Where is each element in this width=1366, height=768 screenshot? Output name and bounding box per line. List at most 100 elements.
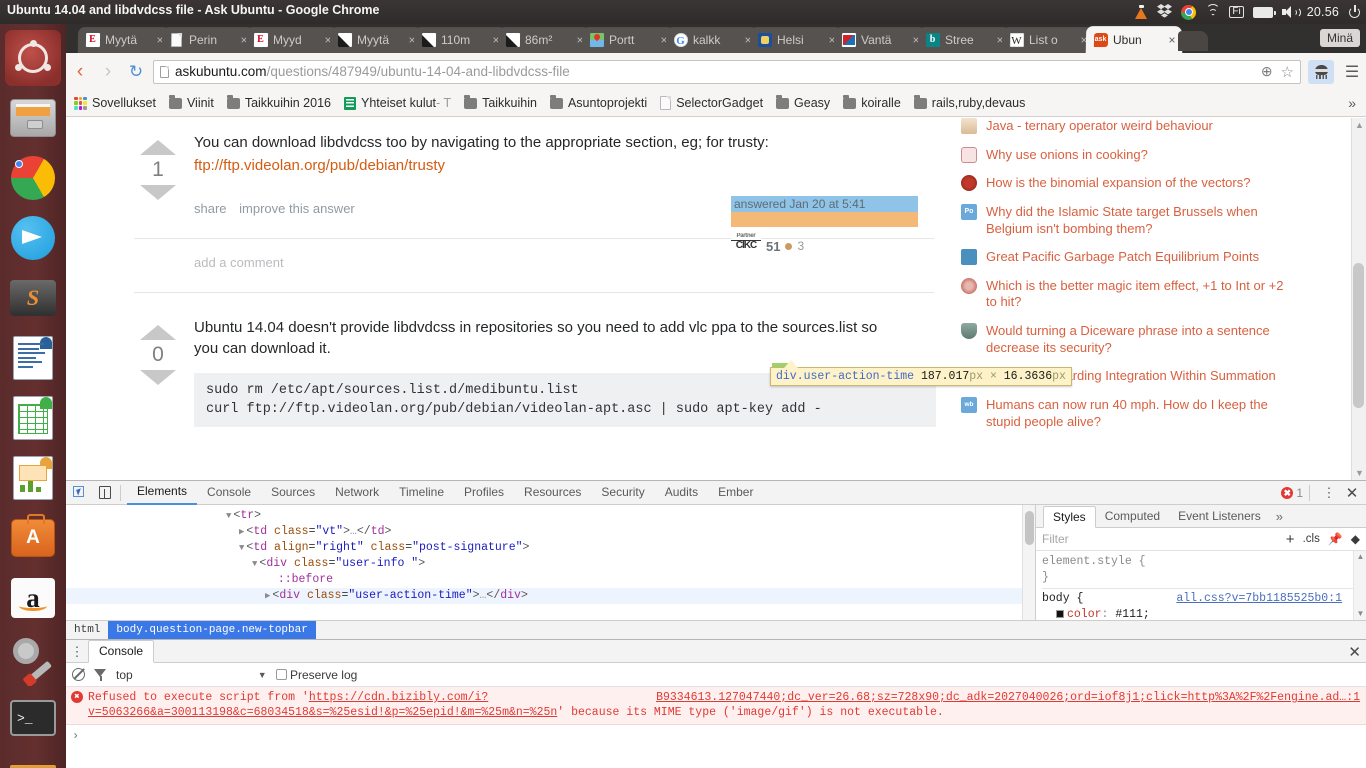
clear-console-icon[interactable] (72, 668, 85, 681)
bookmark-item[interactable]: Asuntoprojekti (549, 95, 647, 110)
browser-tab[interactable]: Myytä × (329, 27, 423, 54)
chrome-icon[interactable] (1181, 4, 1197, 20)
dom-tree-node[interactable]: ::before (66, 572, 1035, 588)
browser-tab[interactable]: Vantä × (833, 27, 927, 54)
browser-tab[interactable]: Perin × (161, 27, 255, 54)
devtools-tab-resources[interactable]: Resources (514, 481, 591, 504)
browser-tab[interactable]: b Stree × (917, 27, 1011, 54)
launcher-item-terminal[interactable]: >_ (5, 690, 61, 746)
launcher-item-chrome[interactable] (5, 150, 61, 206)
upvote-button[interactable] (140, 324, 176, 340)
bookmark-star-icon[interactable]: ☆ (1281, 63, 1294, 81)
hot-question-item[interactable]: Would turning a Diceware phrase into a s… (961, 323, 1291, 356)
devtools-tab-profiles[interactable]: Profiles (454, 481, 514, 504)
error-badge[interactable]: ✖ 1 (1281, 486, 1303, 500)
inspect-element-button[interactable] (66, 481, 92, 505)
styles-tab-event-listeners[interactable]: Event Listeners (1169, 506, 1270, 527)
browser-tab[interactable]: W List o × (1001, 27, 1095, 54)
bookmark-item[interactable]: Sovellukset (74, 96, 156, 110)
hamburger-menu-icon[interactable]: ☰ (1338, 62, 1366, 82)
console-source-ref[interactable]: B9334613.127047440;dc_ver=26.68;sz=728x9… (656, 690, 1360, 705)
launcher-item-dash[interactable] (5, 30, 61, 86)
bookmark-item[interactable]: SelectorGadget (660, 96, 763, 110)
expand-twisty-icon[interactable]: ▼ (252, 559, 257, 569)
hot-question-item[interactable]: Po Why did the Islamic State target Bruss… (961, 203, 1291, 237)
downvote-button[interactable] (140, 185, 176, 200)
bookmark-item[interactable]: Viinit (168, 95, 214, 110)
launcher-item-files[interactable] (5, 90, 61, 146)
bookmark-item[interactable]: Taikkuihin 2016 (226, 95, 331, 110)
browser-tab[interactable]: E Myyd × (245, 27, 339, 54)
dom-scrollbar-thumb[interactable] (1025, 511, 1034, 545)
page-scrollbar-thumb[interactable] (1353, 263, 1364, 408)
expand-twisty-icon[interactable]: ▼ (239, 543, 244, 553)
more-options-icon[interactable]: ⋮ (1320, 486, 1338, 499)
browser-tab[interactable]: Gkalkk × (665, 27, 759, 54)
browser-tab[interactable]: Portt × (581, 27, 675, 54)
reload-button[interactable]: ↻ (122, 62, 150, 82)
close-tab-icon[interactable]: × (1165, 33, 1179, 47)
devtools-tab-audits[interactable]: Audits (655, 481, 708, 504)
execution-context-select[interactable]: top ▼ (116, 668, 267, 682)
devtools-tab-security[interactable]: Security (591, 481, 654, 504)
launcher-item-sublime[interactable]: S (5, 270, 61, 326)
devtools-tab-console[interactable]: Console (197, 481, 261, 504)
upvote-button[interactable] (140, 140, 176, 155)
render-toggle-icon[interactable]: ◆ (1351, 532, 1360, 546)
console-msg-url1[interactable]: https://cdn.bizibly.com/i? (309, 691, 488, 704)
preserve-log-checkbox[interactable] (275, 668, 287, 680)
devtools-tab-ember[interactable]: Ember (708, 481, 763, 504)
selectorgadget-extension-button[interactable] (1308, 59, 1334, 84)
devtools-tab-network[interactable]: Network (325, 481, 389, 504)
close-drawer-icon[interactable]: ✕ (1348, 643, 1361, 661)
hot-question-item[interactable]: Why use onions in cooking? (961, 146, 1291, 164)
style-source-link[interactable]: all.css?v=7bb1185525b0:1 (1176, 591, 1342, 607)
styles-more-tabs-icon[interactable]: » (1276, 509, 1283, 524)
bookmark-item[interactable]: rails,ruby,devaus (913, 95, 1025, 110)
browser-tab[interactable]: E Myytä × (77, 27, 171, 54)
bookmarks-overflow-button[interactable]: » (1348, 95, 1356, 111)
launcher-item-telegram[interactable] (5, 210, 61, 266)
styles-tab-styles[interactable]: Styles (1043, 505, 1096, 528)
style-rule-element[interactable]: element.style { } (1042, 554, 1360, 586)
expand-twisty-icon[interactable] (265, 575, 276, 585)
console-msg-url2[interactable]: v=5063266&a=300113198&c=68034518&s=%25es… (88, 706, 557, 719)
styles-scroll-up-icon[interactable]: ▲ (1354, 551, 1366, 563)
close-devtools-icon[interactable]: ✕ (1342, 484, 1362, 502)
styles-tab-computed[interactable]: Computed (1096, 506, 1169, 527)
clock[interactable]: 20.56 (1307, 5, 1339, 19)
dom-tree-pane[interactable]: ▼ <tr> ▶ <td class="vt">…</td> ▼ <td align="r… (66, 505, 1035, 620)
preserve-log-checkbox-row[interactable]: Preserve log (275, 668, 357, 682)
scroll-up-arrow-icon[interactable]: ▲ (1352, 118, 1366, 132)
launcher-item-writer[interactable] (5, 330, 61, 386)
browser-tab[interactable]: 86m² × (497, 27, 591, 54)
launcher-item-workspace-switcher[interactable] (5, 750, 61, 768)
expand-twisty-icon[interactable]: ▼ (226, 511, 231, 521)
styles-scrollbar[interactable]: ▲ ▼ (1353, 551, 1366, 620)
devtools-tab-elements[interactable]: Elements (127, 480, 198, 505)
bookmark-item[interactable]: koiralle (843, 95, 901, 110)
color-swatch[interactable] (1056, 609, 1064, 618)
pin-icon[interactable]: 📌 (1328, 532, 1343, 546)
bookmark-item[interactable]: Geasy (776, 95, 830, 110)
back-button[interactable]: ‹ (66, 61, 94, 83)
launcher-item-calc[interactable] (5, 390, 61, 446)
expand-twisty-icon[interactable]: ▶ (265, 591, 270, 601)
launcher-item-impress[interactable] (5, 450, 61, 506)
styles-scroll-down-icon[interactable]: ▼ (1354, 608, 1366, 620)
window-user-menu[interactable]: Minä (1319, 29, 1360, 47)
forward-button[interactable]: › (94, 61, 122, 83)
dom-tree-scrollbar[interactable] (1022, 505, 1035, 620)
new-style-rule-button[interactable]: + (1286, 531, 1295, 548)
power-gear-icon[interactable] (1348, 5, 1362, 19)
style-rule-body[interactable]: body { all.css?v=7bb1185525b0:1 color: #… (1042, 588, 1360, 623)
styles-filter-input[interactable]: Filter (1042, 532, 1069, 546)
ftp-link[interactable]: ftp://ftp.videolan.org/pub/debian/trusty (194, 155, 936, 176)
vlc-icon[interactable] (1135, 4, 1148, 20)
browser-tab[interactable]: ask Ubun × (1085, 26, 1183, 54)
share-link[interactable]: share (194, 201, 227, 216)
dom-tree-node[interactable]: ▼ <td align="right" class="post-signature… (66, 540, 1035, 556)
toggle-class-button[interactable]: .cls (1303, 533, 1320, 545)
filter-icon[interactable] (94, 668, 107, 681)
dom-tree-node[interactable]: ▶ <td class="vt">…</td> (66, 524, 1035, 540)
